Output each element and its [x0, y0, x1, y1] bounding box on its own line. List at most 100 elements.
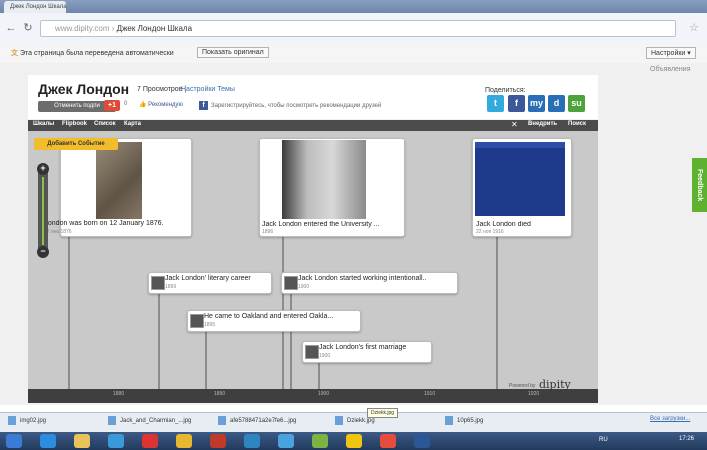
event-date: 12 янв 1876 [44, 229, 72, 235]
ads-label: Объявления [650, 66, 691, 73]
system-clock: 17:26 [679, 436, 695, 442]
event-thumbnail [284, 276, 298, 290]
opera-taskbar-icon[interactable] [142, 434, 158, 448]
nav-map[interactable]: Карта [124, 121, 141, 127]
event-stem [158, 290, 160, 390]
event-thumbnail [151, 276, 165, 290]
app7-taskbar-icon[interactable] [244, 434, 260, 448]
nav-flipbook[interactable]: Flipbook [62, 121, 87, 127]
download-filename: img02.jpg [20, 418, 47, 424]
year-tick: 1920 [528, 391, 540, 397]
app8-taskbar-icon[interactable] [278, 434, 294, 448]
recommend-label: Рекомендую [148, 102, 184, 108]
zoom-out-icon[interactable]: − [37, 246, 49, 258]
zoom-in-icon[interactable]: + [37, 163, 49, 175]
thumbs-up-icon: 👍 [139, 102, 147, 108]
address-bar[interactable]: www.dipity.com › Джек Лондон Шкала [40, 20, 676, 37]
google-plus-button[interactable]: +1 [104, 100, 120, 111]
year-tick: 1900 [318, 391, 330, 397]
translate-icon: 文 [11, 50, 18, 57]
app6-taskbar-icon[interactable] [210, 434, 226, 448]
event-stem [68, 235, 70, 390]
event-thumbnail [305, 345, 319, 359]
download-item[interactable]: img02.jpg [8, 414, 46, 428]
event-title: London was born on 12 January 1876. [44, 220, 164, 227]
translate-settings-button[interactable]: Настройки ▾ [646, 47, 696, 59]
start-taskbar-icon[interactable] [6, 434, 22, 448]
app11-taskbar-icon[interactable] [380, 434, 396, 448]
download-item[interactable]: afe5788471a2e7fe6...jpg [218, 414, 296, 428]
stumbleupon-share-icon[interactable]: su [568, 95, 585, 112]
event-photo [96, 142, 142, 219]
event-title: Jack London entered the University ... [262, 221, 380, 228]
word-taskbar-icon[interactable] [414, 434, 430, 448]
app9-taskbar-icon[interactable] [312, 434, 328, 448]
show-all-downloads-link[interactable]: Все загрузки... [650, 416, 690, 422]
facebook-share-icon[interactable]: f [508, 95, 525, 112]
show-original-button[interactable]: Показать оригинал [197, 47, 269, 58]
add-event-button[interactable]: Добавить Событие [34, 138, 118, 150]
event-photo [282, 140, 366, 219]
theme-settings-link[interactable]: Настройки Темы [181, 86, 235, 93]
file-icon [218, 415, 226, 425]
fullscreen-icon[interactable]: ✕ [511, 120, 518, 129]
embed-link[interactable]: Внедрить [528, 121, 557, 127]
event-date: 1900 [298, 284, 310, 290]
ie-taskbar-icon[interactable] [40, 434, 56, 448]
twitter-share-icon[interactable]: t [487, 95, 504, 112]
media-taskbar-icon[interactable] [108, 434, 124, 448]
event-title: Jack London' literary career [165, 275, 251, 282]
download-filename: afe5788471a2e7fe6...jpg [230, 418, 297, 424]
feedback-tab[interactable]: Feedback [692, 158, 707, 212]
facebook-icon: f [199, 101, 208, 110]
bookmark-star-icon[interactable]: ☆ [689, 21, 699, 34]
file-icon [335, 415, 343, 425]
year-tick: 1880 [113, 391, 125, 397]
app10-taskbar-icon[interactable] [346, 434, 362, 448]
event-stem [290, 290, 292, 390]
back-icon[interactable]: ← [4, 21, 18, 35]
facebook-signup-label: Зарегистрируйтесь, чтобы посмотреть реко… [211, 103, 382, 109]
event-date: 1896 [262, 229, 274, 235]
dipity-logo[interactable]: dipity [539, 378, 571, 391]
delicious-share-icon[interactable]: d [548, 95, 565, 112]
browser-tab[interactable]: Джек Лондон Шкала [4, 1, 66, 13]
chrome-taskbar-icon[interactable] [176, 434, 192, 448]
explorer-taskbar-icon[interactable] [74, 434, 90, 448]
event-title: He came to Oakland and entered Oakla... [204, 313, 334, 320]
translate-message: 文 Эта страница была переведена автоматич… [11, 48, 174, 58]
powered-by-label: Powered by [509, 383, 536, 389]
zoom-slider-track[interactable] [42, 177, 44, 245]
nav-timelines[interactable]: Шкалы [33, 121, 54, 127]
event-thumbnail [190, 314, 204, 328]
event-title: Jack London started working intentionall… [298, 275, 427, 282]
page-title: Джек Лондон [38, 81, 130, 97]
event-date: 22 ноя 1916 [476, 229, 504, 235]
download-filename: 10p65.jpg [457, 418, 484, 424]
file-icon [445, 415, 453, 425]
language-indicator[interactable]: RU [599, 437, 608, 443]
event-stem [318, 360, 320, 390]
url-page-title: Джек Лондон Шкала [116, 24, 193, 33]
tooltip: Dziekk.jpg [367, 408, 399, 418]
myspace-share-icon[interactable]: my [528, 95, 545, 112]
event-date: 1899 [165, 284, 177, 290]
recommend-button[interactable]: 👍 Рекомендую [139, 101, 183, 108]
file-icon [108, 415, 116, 425]
event-stem [496, 235, 498, 390]
search-link[interactable]: Поиск [568, 121, 586, 127]
share-label: Поделиться: [485, 87, 526, 94]
file-icon [8, 415, 16, 425]
event-date: 1900 [319, 353, 331, 359]
url-host: www.dipity.com [55, 24, 110, 33]
facebook-signup-text[interactable]: f Зарегистрируйтесь, чтобы посмотреть рек… [199, 101, 381, 110]
nav-list[interactable]: Список [94, 121, 116, 127]
reload-icon[interactable]: ↻ [21, 21, 35, 35]
download-filename: Dziekk.jpg [347, 418, 375, 424]
download-item[interactable]: 10p65.jpg [445, 414, 483, 428]
event-photo [475, 142, 565, 216]
download-item[interactable]: Jack_and_Charmian_...jpg [108, 414, 191, 428]
event-stem [205, 330, 207, 390]
view-count: 7 Просмотров | [137, 86, 187, 93]
google-plus-count: 0 [124, 101, 128, 107]
